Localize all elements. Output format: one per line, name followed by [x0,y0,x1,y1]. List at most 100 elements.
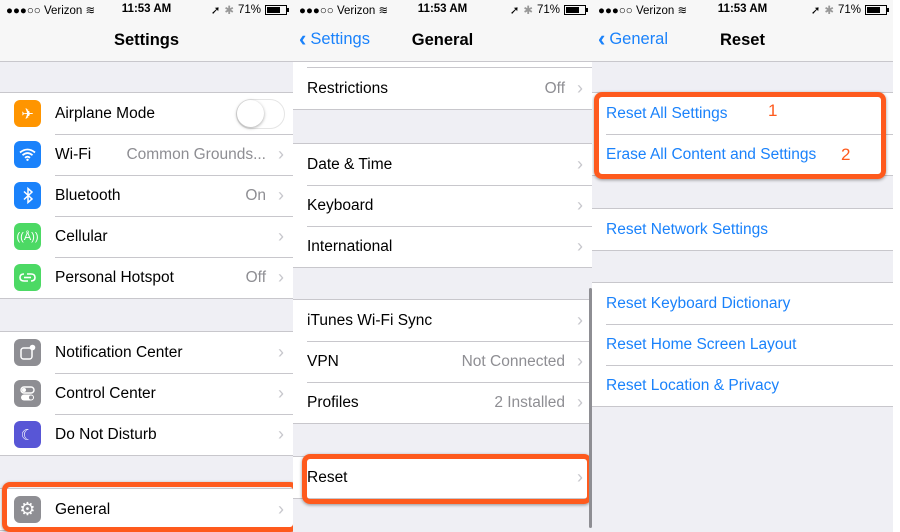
row-label: Keyboard [307,196,374,214]
status-right: ➚ ✱ 71% [811,3,889,17]
reset-network-settings-row[interactable]: Reset Network Settings [592,209,893,250]
chevron-right-icon: › [577,78,583,98]
page-title: Settings [113,31,180,49]
chevron-right-icon: › [577,195,583,215]
keyboard-row[interactable]: Keyboard › [293,185,592,226]
chevron-right-icon: › [278,226,284,246]
nav-bar: ‹ General Reset [592,20,893,62]
row-value: Off [245,268,266,286]
general-group: ⚙ General › [0,488,293,531]
annotation-2: 2 [841,145,851,164]
wifi-row[interactable]: Wi-Fi Common Grounds... › [0,134,293,175]
reset-all-settings-row[interactable]: Reset All Settings [592,93,893,134]
personal-hotspot-row[interactable]: Personal Hotspot Off › [0,257,293,298]
reset-keyboard-dictionary-row[interactable]: Reset Keyboard Dictionary [592,283,893,324]
row-label: Personal Hotspot [55,268,174,286]
row-label: Bluetooth [55,186,121,204]
date-time-row[interactable]: Date & Time › [293,144,592,185]
row-label: Profiles [307,393,359,411]
airplane-mode-row[interactable]: ✈ Airplane Mode [0,93,293,134]
battery-icon [564,5,588,15]
bluetooth-row[interactable]: Bluetooth On › [0,175,293,216]
row-label: iTunes Wi-Fi Sync [307,311,433,329]
chevron-right-icon: › [577,467,583,487]
restrictions-group: Restrictions Off › [293,62,592,110]
row-label: Notification Center [55,343,183,361]
bluetooth-status-icon: ✱ [523,5,533,17]
battery-icon [865,5,889,15]
itunes-wifi-sync-row[interactable]: iTunes Wi-Fi Sync › [293,300,592,341]
chevron-right-icon: › [278,185,284,205]
reset-location-privacy-row[interactable]: Reset Location & Privacy [592,365,893,406]
other-resets-group: Reset Keyboard Dictionary Reset Home Scr… [592,282,893,407]
restrictions-row[interactable]: Restrictions Off › [293,68,592,109]
bluetooth-status-icon: ✱ [824,5,834,17]
row-label: Reset Keyboard Dictionary [606,294,791,312]
row-label: VPN [307,352,339,370]
row-label: Restrictions [307,79,388,97]
moon-icon: ☾ [14,421,41,448]
row-label: Reset Location & Privacy [606,376,780,394]
gear-icon: ⚙ [14,496,41,523]
notification-center-row[interactable]: Notification Center › [0,332,293,373]
chevron-right-icon: › [278,499,284,519]
reset-group: Reset › [293,456,592,499]
vpn-row[interactable]: VPN Not Connected › [293,341,592,382]
row-label: Reset All Settings [606,104,728,122]
chevron-right-icon: › [577,392,583,412]
bluetooth-icon [14,182,41,209]
chevron-right-icon: › [577,310,583,330]
status-right: ➚ ✱ 71% [210,3,289,17]
status-right: ➚ ✱ 71% [509,3,588,17]
bluetooth-status-icon: ✱ [224,5,234,17]
row-label: Reset [307,468,348,486]
international-row[interactable]: International › [293,226,592,267]
row-value: Off [544,79,565,97]
chevron-right-icon: › [278,144,284,164]
control-center-row[interactable]: Control Center › [0,373,293,414]
do-not-disturb-row[interactable]: ☾ Do Not Disturb › [0,414,293,455]
page-title: General [411,31,474,49]
row-label: Reset Home Screen Layout [606,335,797,353]
profiles-row[interactable]: Profiles 2 Installed › [293,382,592,423]
network-group: Reset Network Settings [592,208,893,251]
row-value: 2 Installed [494,393,565,411]
row-label: International [307,237,393,255]
notification-center-icon [14,339,41,366]
chevron-right-icon: › [278,342,284,362]
general-screen: ●●●○○ Verizon ≋ 11:53 AM ➚ ✱ 71% ‹ Settings… [293,0,592,532]
row-label: Reset Network Settings [606,220,768,238]
chevron-right-icon: › [278,383,284,403]
chevron-right-icon: › [278,424,284,444]
system-group: Notification Center › Control Center › ☾… [0,331,293,456]
row-value: Not Connected [461,352,565,370]
battery-icon [265,5,289,15]
annotation-1: 1 [768,101,778,120]
hotspot-icon [14,264,41,291]
cellular-row[interactable]: ((Å)) Cellular › [0,216,293,257]
reset-screen: ●●●○○ Verizon ≋ 11:53 AM ➚ ✱ 71% ‹ General … [592,0,893,532]
status-bar: ●●●○○ Verizon ≋ 11:53 AM ➚ ✱ 71% [592,0,893,20]
location-icon: ➚ [509,5,520,17]
row-value: On [245,186,266,204]
row-label: General [55,500,111,518]
row-value: Common Grounds... [126,145,266,163]
location-icon: ➚ [210,5,221,17]
airplane-icon: ✈ [14,100,41,127]
chevron-right-icon: › [278,267,284,287]
reset-home-screen-layout-row[interactable]: Reset Home Screen Layout [592,324,893,365]
general-row[interactable]: ⚙ General › [0,489,293,530]
row-label: Wi-Fi [55,145,92,163]
chevron-right-icon: › [577,154,583,174]
row-label: Control Center [55,384,156,402]
datetime-group: Date & Time › Keyboard › International › [293,143,592,268]
row-label: Do Not Disturb [55,425,157,443]
status-bar: ●●●○○ Verizon ≋ 11:53 AM ➚ ✱ 71% [0,0,293,20]
reset-row[interactable]: Reset › [293,457,592,498]
page-title: Reset [720,31,765,49]
battery-label: 71% [536,4,560,16]
airplane-mode-toggle[interactable] [236,98,285,129]
battery-label: 71% [837,4,861,16]
control-center-icon [14,380,41,407]
row-label: Date & Time [307,155,393,173]
